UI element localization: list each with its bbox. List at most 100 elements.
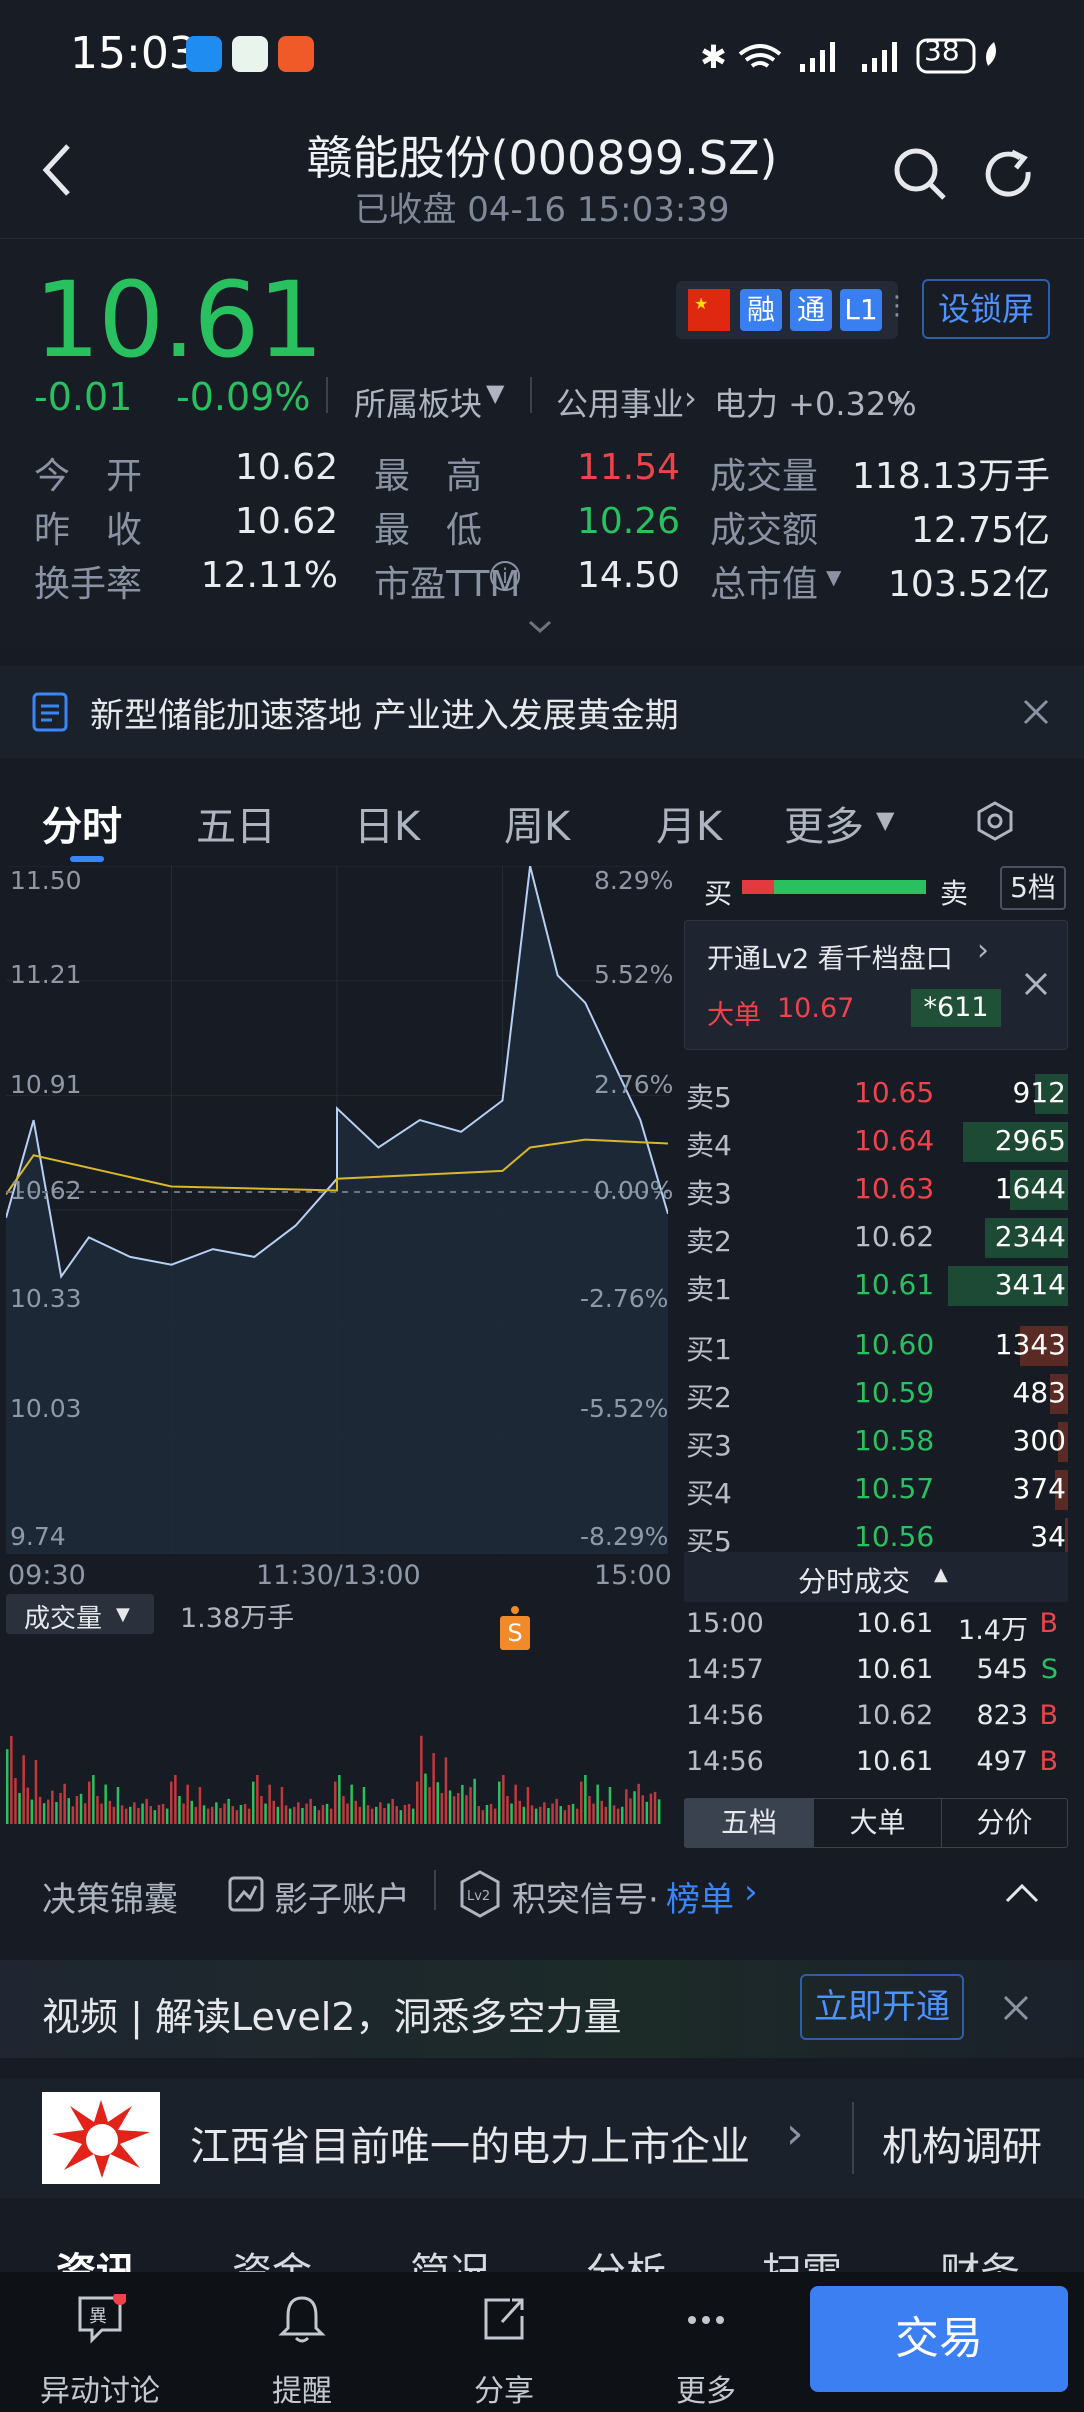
tab-5day[interactable]: 五日 [196, 794, 276, 852]
close-icon[interactable] [1022, 698, 1050, 726]
tab-price-distribution[interactable]: 分价 [941, 1799, 1067, 1847]
volume-selector[interactable]: 成交量 ▼ [6, 1594, 154, 1634]
ranking-link[interactable]: 榜单 [666, 1872, 734, 1921]
volume-bar [580, 1781, 583, 1824]
y-tick-right: -5.52% [580, 1394, 669, 1423]
close-icon[interactable] [1002, 1994, 1030, 2022]
tick-row: 14:57 10.61 545 S [684, 1650, 1068, 1696]
expand-chevron-icon[interactable] [528, 619, 552, 635]
tick-qty: 823 [976, 1700, 1028, 1731]
volume-bar [133, 1802, 136, 1824]
volume-bar [321, 1805, 325, 1824]
volume-bar [202, 1805, 206, 1824]
ticks-header[interactable]: 分时成交 ▲ [684, 1552, 1068, 1602]
volume-bar [649, 1793, 653, 1824]
bell-icon [278, 2296, 326, 2343]
tab-intraday[interactable]: 分时 [42, 794, 122, 852]
volume-label: 成交量 [24, 1604, 103, 1634]
chevron-up-icon: ▲ [934, 1564, 948, 1585]
refresh-icon[interactable] [982, 146, 1038, 202]
bank-app-icon [232, 36, 268, 72]
tab-big-orders[interactable]: 大单 [813, 1799, 941, 1847]
volume-bar [645, 1801, 649, 1824]
level-price: 10.57 [854, 1472, 935, 1505]
volume-bar [51, 1790, 54, 1824]
tab-weekly-k[interactable]: 周K [504, 794, 570, 852]
orderbook-row-buy[interactable]: 买3 10.58 300 [684, 1418, 1068, 1466]
china-flag-icon: ★ [688, 289, 730, 331]
close-icon[interactable] [1023, 971, 1049, 997]
intraday-price-chart[interactable] [6, 866, 668, 1554]
chart-card-icon [228, 1876, 264, 1912]
orderbook-row-sell[interactable]: 卖3 10.63 1644 [684, 1166, 1068, 1214]
level-label: 卖5 [686, 1081, 732, 1114]
info-icon[interactable]: i [490, 561, 520, 591]
tab-monthly-k[interactable]: 月K [656, 794, 722, 852]
volume-bar [370, 1808, 374, 1824]
stat-label-volume: 成交量 [710, 456, 819, 497]
volume-bar [161, 1803, 165, 1824]
volume-bar [489, 1803, 493, 1824]
orderbook-row-sell[interactable]: 卖2 10.62 2344 [684, 1214, 1068, 1262]
volume-bar [284, 1805, 288, 1824]
tab-level5[interactable]: 五档 [685, 1799, 813, 1847]
lv2-promo-card[interactable]: 开通Lv2 看千档盘口 › 大单 10.67 *611 [684, 920, 1068, 1050]
activate-now-button[interactable]: 立即开通 [800, 1974, 964, 2040]
orderbook-bottom-tabs: 五档 大单 分价 [684, 1798, 1068, 1848]
volume-bar [215, 1802, 218, 1824]
volume-bar [432, 1753, 435, 1824]
video-promo-banner[interactable]: 视频 | 解读Level2，洞悉多空力量 立即开通 [0, 1960, 1084, 2058]
stat-prev-close: 10.62 [234, 501, 338, 542]
orderbook-row-buy[interactable]: 买1 10.60 1343 [684, 1322, 1068, 1370]
tab-funds[interactable]: 资金 [232, 2240, 312, 2274]
shadow-account-link[interactable]: 影子账户 [274, 1872, 410, 1921]
tab-daily-k[interactable]: 日K [354, 794, 420, 852]
company-highlight[interactable]: 江西省目前唯一的电力上市企业 › 机构调研 [0, 2078, 1084, 2198]
volume-bar [211, 1806, 214, 1824]
orderbook-row-buy[interactable]: 买2 10.59 483 [684, 1370, 1068, 1418]
depth-button[interactable]: 5档 [1000, 866, 1066, 910]
search-icon[interactable] [892, 146, 948, 202]
svg-text:✱: ✱ [700, 38, 727, 76]
nav-label: 提醒 [272, 2374, 332, 2409]
volume-bar [399, 1810, 403, 1824]
tab-financials[interactable]: 财务 [940, 2240, 1020, 2274]
tab-news[interactable]: 资讯 [56, 2240, 136, 2274]
chevron-right-icon: › [744, 1872, 758, 1912]
decision-kit-link[interactable]: 决策锦囊 [42, 1872, 178, 1921]
connect-tag: 通 [790, 289, 832, 331]
news-banner[interactable]: 新型储能加速落地 产业进入发展黄金期 [0, 666, 1084, 758]
settings-icon[interactable] [974, 800, 1016, 842]
volume-bar [75, 1796, 79, 1824]
y-tick-right: 5.52% [594, 960, 674, 989]
sector-link-utility[interactable]: 公用事业 [556, 379, 684, 425]
tab-profile[interactable]: 简况 [410, 2240, 490, 2274]
tab-risk-scan[interactable]: 扫雷 [762, 2240, 842, 2274]
news-headline[interactable]: 新型储能加速落地 产业进入发展黄金期 [90, 688, 679, 737]
orderbook-row-sell[interactable]: 卖4 10.64 2965 [684, 1118, 1068, 1166]
document-icon [32, 692, 68, 732]
tick-side: B [1039, 1700, 1058, 1731]
volume-bar [174, 1775, 177, 1824]
x-tick: 11:30/13:00 [256, 1560, 421, 1591]
tab-more[interactable]: 更多 [784, 794, 864, 852]
volume-bar [629, 1798, 632, 1824]
tab-analysis[interactable]: 分析 [586, 2240, 666, 2274]
nav-label: 异动讨论 [40, 2374, 160, 2409]
orderbook-row-sell[interactable]: 卖5 10.65 912 [684, 1070, 1068, 1118]
volume-bar [252, 1781, 255, 1824]
sector-dropdown[interactable]: 所属板块 [354, 379, 482, 425]
institution-research-link[interactable]: 机构调研 [882, 2114, 1042, 2172]
stat-label-market-cap[interactable]: 总市值 [710, 555, 818, 607]
level-label: 买1 [686, 1333, 732, 1366]
volume-bar [88, 1781, 91, 1824]
signal-link[interactable]: 积突信号· [512, 1872, 659, 1921]
sector-link-power[interactable]: 电力 +0.32% [714, 379, 917, 425]
orderbook-row-sell[interactable]: 卖1 10.61 3414 [684, 1262, 1068, 1310]
lv2-promo-title[interactable]: 开通Lv2 看千档盘口 [707, 937, 953, 976]
trade-button[interactable]: 交易 [810, 2286, 1068, 2392]
collapse-chevron-icon[interactable] [1004, 1882, 1040, 1904]
tick-qty: 545 [976, 1654, 1028, 1685]
lock-screen-button[interactable]: 设锁屏 [922, 279, 1050, 339]
orderbook-row-buy[interactable]: 买4 10.57 374 [684, 1466, 1068, 1514]
